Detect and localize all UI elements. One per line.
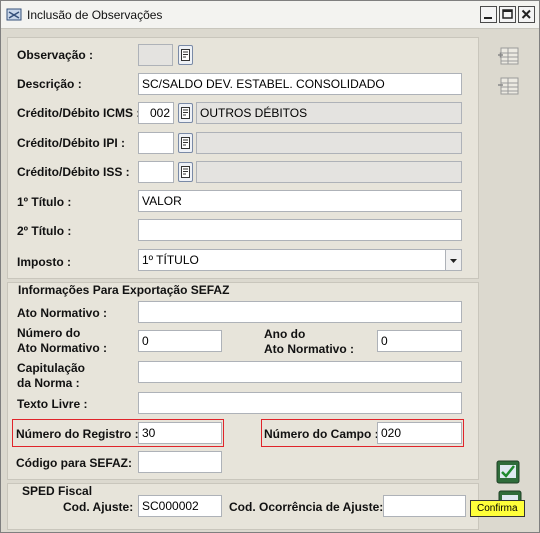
confirm-tooltip: Confirma — [470, 500, 525, 517]
titulo1-label: 1º Título : — [17, 195, 72, 209]
sped-section-title: SPED Fiscal — [22, 484, 93, 498]
delete-row-icon — [498, 77, 519, 95]
numero-ato-label: Número do Ato Normativo : — [17, 326, 107, 356]
credito-icms-description: OUTROS DÉBITOS — [196, 102, 462, 124]
codigo-sefaz-input[interactable] — [138, 451, 222, 473]
imposto-select[interactable]: 1º TÍTULO — [138, 249, 462, 271]
credito-icms-lookup-button[interactable] — [178, 103, 193, 123]
ano-ato-input[interactable]: 0 — [377, 330, 462, 352]
window-title: Inclusão de Observações — [27, 8, 163, 22]
minimize-icon — [484, 17, 492, 19]
insert-row-icon — [498, 47, 519, 65]
lookup-icon — [181, 107, 190, 119]
numero-registro-label: Número do Registro : — [16, 427, 139, 441]
numero-ato-label-line2: Ato Normativo : — [17, 341, 107, 355]
credito-iss-code-input[interactable] — [138, 161, 174, 183]
descricao-input[interactable]: SC/SALDO DEV. ESTABEL. CONSOLIDADO — [138, 73, 462, 95]
observacoes-window: Inclusão de Observações Observação : Des… — [0, 0, 540, 533]
capitulacao-label-line2: da Norma : — [17, 376, 80, 390]
ato-normativo-label: Ato Normativo : — [17, 306, 107, 320]
chevron-down-icon — [450, 259, 457, 263]
ano-ato-label-line1: Ano do — [264, 327, 306, 341]
credito-ipi-lookup-button[interactable] — [178, 133, 193, 153]
observacao-input[interactable] — [138, 44, 173, 66]
cod-ajuste-input[interactable]: SC000002 — [138, 495, 222, 517]
cod-ajuste-label: Cod. Ajuste: — [63, 500, 134, 514]
numero-ato-input[interactable]: 0 — [138, 330, 222, 352]
lookup-icon — [181, 166, 190, 178]
maximize-button[interactable] — [499, 6, 516, 23]
descricao-label: Descrição : — [17, 77, 82, 91]
titulo1-input[interactable]: VALOR — [138, 190, 462, 212]
texto-livre-label: Texto Livre : — [17, 397, 88, 411]
observacao-lookup-button[interactable] — [178, 45, 193, 65]
credito-icms-label: Crédito/Débito ICMS : — [17, 106, 141, 120]
imposto-select-value: 1º TÍTULO — [142, 253, 199, 267]
capitulacao-label: Capitulação da Norma : — [17, 361, 85, 391]
cod-ocorrencia-input[interactable] — [383, 495, 466, 517]
capitulacao-label-line1: Capitulação — [17, 361, 86, 375]
close-button[interactable] — [518, 6, 535, 23]
ano-ato-label-line2: Ato Normativo : — [264, 342, 354, 356]
confirm-button[interactable] — [496, 460, 520, 484]
ato-normativo-input[interactable] — [138, 301, 462, 323]
texto-livre-input[interactable] — [138, 392, 462, 414]
numero-registro-input[interactable]: 30 — [138, 422, 222, 444]
app-icon — [6, 8, 22, 21]
codigo-sefaz-label: Código para SEFAZ: — [16, 456, 133, 470]
numero-ato-label-line1: Número do — [17, 326, 81, 340]
maximize-icon — [502, 9, 513, 19]
credito-ipi-label: Crédito/Débito IPI : — [17, 136, 125, 150]
titulo2-label: 2º Título : — [17, 224, 72, 238]
delete-row-button[interactable] — [497, 74, 521, 98]
credito-icms-code-input[interactable]: 002 — [138, 102, 174, 124]
capitulacao-input[interactable] — [138, 361, 462, 383]
imposto-dropdown-button[interactable] — [445, 250, 461, 270]
title-bar[interactable]: Inclusão de Observações — [1, 1, 539, 29]
confirm-icon — [496, 460, 520, 484]
numero-campo-label: Número do Campo : — [264, 427, 379, 441]
observacao-label: Observação : — [17, 48, 94, 62]
cod-ocorrencia-label: Cod. Ocorrência de Ajuste: — [229, 500, 384, 514]
lookup-icon — [181, 137, 190, 149]
credito-iss-label: Crédito/Débito ISS : — [17, 165, 130, 179]
ano-ato-label: Ano do Ato Normativo : — [264, 327, 354, 357]
sefaz-section-title: Informações Para Exportação SEFAZ — [18, 283, 230, 297]
credito-ipi-code-input[interactable] — [138, 132, 174, 154]
titulo2-input[interactable] — [138, 219, 462, 241]
insert-row-button[interactable] — [497, 44, 521, 68]
numero-campo-input[interactable]: 020 — [377, 422, 462, 444]
close-icon — [521, 9, 531, 19]
credito-iss-description — [196, 161, 462, 183]
minimize-button[interactable] — [480, 6, 497, 23]
imposto-label: Imposto : — [17, 255, 71, 269]
credito-ipi-description — [196, 132, 462, 154]
lookup-icon — [181, 49, 190, 61]
credito-iss-lookup-button[interactable] — [178, 162, 193, 182]
